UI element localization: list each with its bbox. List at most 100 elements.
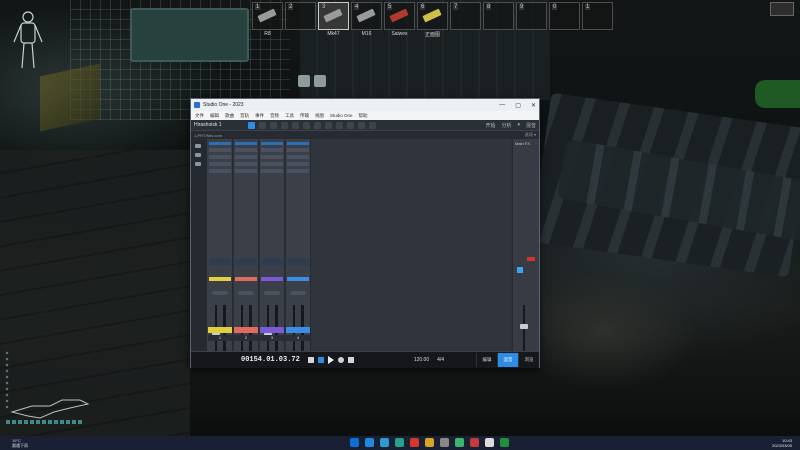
hotbar-slot[interactable]: 8 bbox=[483, 2, 514, 30]
taskbar-app-icon[interactable] bbox=[455, 438, 464, 447]
menu-item[interactable]: 编辑 bbox=[210, 113, 219, 119]
analyze-button[interactable]: 分析 bbox=[501, 122, 511, 129]
weather-widget[interactable]: 19°C 晨遇下雨 bbox=[12, 438, 28, 448]
tab-browse[interactable]: 浏览 bbox=[518, 353, 539, 367]
taskbar-app-icon[interactable] bbox=[410, 438, 419, 447]
sends-icon[interactable] bbox=[195, 153, 201, 157]
hotbar-slot[interactable]: 0 bbox=[549, 2, 580, 30]
insert-slot[interactable] bbox=[235, 148, 257, 152]
hotbar-slot[interactable]: 7 bbox=[450, 2, 481, 30]
start-button[interactable]: 开始 bbox=[485, 122, 495, 129]
minimize-button[interactable]: — bbox=[499, 102, 505, 109]
taskbar-app-icon[interactable] bbox=[425, 438, 434, 447]
system-tray-clock[interactable]: 10:43 2023/03/05 bbox=[772, 438, 792, 448]
hotbar-slot[interactable]: 9 bbox=[516, 2, 547, 30]
time-display[interactable]: 00154.01.03.72 bbox=[241, 356, 300, 364]
dropdown-chevron-icon[interactable]: ▾ bbox=[517, 122, 520, 129]
play-icon[interactable] bbox=[327, 356, 334, 364]
zoom-icon[interactable] bbox=[346, 121, 354, 129]
insert-slot[interactable] bbox=[261, 169, 283, 173]
insert-slot[interactable] bbox=[235, 162, 257, 166]
listen-tool-icon[interactable] bbox=[324, 121, 332, 129]
song-title[interactable]: Hirashoisk 1 bbox=[194, 122, 222, 128]
hotbar-slot[interactable]: 1 R8 bbox=[252, 2, 283, 37]
insert-slot[interactable] bbox=[209, 155, 231, 159]
hotbar-slot[interactable]: 2 bbox=[285, 2, 316, 30]
tempo-display[interactable]: 120.00 bbox=[414, 357, 429, 363]
menu-item[interactable]: 音轨 bbox=[240, 113, 249, 119]
taskbar-app-icon[interactable] bbox=[395, 438, 404, 447]
insert-slot[interactable] bbox=[209, 162, 231, 166]
range-tool-icon[interactable] bbox=[258, 121, 266, 129]
bend-tool-icon[interactable] bbox=[313, 121, 321, 129]
arrow-tool-icon[interactable] bbox=[247, 121, 255, 129]
hotbar-slot[interactable]: 5 Saiwex bbox=[384, 2, 415, 37]
insert-slot[interactable] bbox=[235, 155, 257, 159]
insert-slot[interactable] bbox=[287, 169, 309, 173]
taskbar-app-icon[interactable] bbox=[500, 438, 509, 447]
record-arm-button[interactable] bbox=[527, 257, 535, 261]
channel-name[interactable] bbox=[208, 327, 232, 333]
taskbar-app-icon[interactable] bbox=[440, 438, 449, 447]
mix-button[interactable]: 混音 bbox=[526, 122, 536, 129]
channel-name[interactable] bbox=[286, 327, 310, 333]
rewind-icon[interactable] bbox=[307, 357, 314, 363]
split-tool-icon[interactable] bbox=[269, 121, 277, 129]
record-icon[interactable] bbox=[337, 357, 344, 363]
tab-mix[interactable]: 混音 bbox=[497, 353, 518, 367]
nudge-icon[interactable] bbox=[357, 121, 365, 129]
insert-slot[interactable] bbox=[261, 148, 283, 152]
io-selector[interactable] bbox=[261, 259, 283, 265]
menu-item[interactable]: 视图 bbox=[315, 113, 324, 119]
menu-item[interactable]: 工具 bbox=[285, 113, 294, 119]
loop-icon[interactable] bbox=[368, 121, 376, 129]
hotbar-slot[interactable]: 3 Mk47 bbox=[318, 2, 349, 37]
io-icon[interactable] bbox=[195, 162, 201, 166]
maximize-button[interactable]: ▢ bbox=[515, 102, 521, 109]
inserts-header[interactable] bbox=[287, 142, 309, 145]
menu-item[interactable]: 音频 bbox=[270, 113, 279, 119]
io-selector[interactable] bbox=[235, 259, 257, 265]
time-signature[interactable]: 4/4 bbox=[437, 357, 444, 363]
monitor-button[interactable] bbox=[517, 267, 523, 273]
tab-edit[interactable]: 编辑 bbox=[476, 353, 497, 367]
insert-slot[interactable] bbox=[287, 148, 309, 152]
taskbar-app-icon[interactable] bbox=[350, 438, 359, 447]
menu-item[interactable]: 事件 bbox=[255, 113, 264, 119]
menu-item[interactable]: 歌曲 bbox=[225, 113, 234, 119]
pan-control[interactable] bbox=[212, 291, 228, 295]
insert-slot[interactable] bbox=[261, 162, 283, 166]
taskbar-app-icon[interactable] bbox=[365, 438, 374, 447]
menu-item[interactable]: 帮助 bbox=[359, 113, 368, 119]
inserts-icon[interactable] bbox=[195, 144, 201, 148]
io-selector[interactable] bbox=[287, 259, 309, 265]
eraser-tool-icon[interactable] bbox=[280, 121, 288, 129]
inserts-header[interactable] bbox=[261, 142, 283, 145]
insert-slot[interactable] bbox=[209, 148, 231, 152]
insert-slot[interactable] bbox=[287, 162, 309, 166]
insert-slot[interactable] bbox=[261, 155, 283, 159]
io-selector[interactable] bbox=[209, 259, 231, 265]
insert-slot[interactable] bbox=[235, 169, 257, 173]
inserts-header[interactable] bbox=[209, 142, 231, 145]
menu-item[interactable]: 传输 bbox=[300, 113, 309, 119]
main-fader-cap[interactable] bbox=[520, 324, 528, 329]
menu-item[interactable]: 文件 bbox=[195, 113, 204, 119]
pan-control[interactable] bbox=[238, 291, 254, 295]
taskbar-app-icon[interactable] bbox=[380, 438, 389, 447]
hotbar-slot[interactable]: 1 bbox=[582, 2, 613, 30]
options-dropdown[interactable]: 选项 ▾ bbox=[525, 132, 536, 138]
snap-icon[interactable] bbox=[335, 121, 343, 129]
stop-icon[interactable] bbox=[317, 357, 324, 363]
insert-slot[interactable] bbox=[209, 169, 231, 173]
pan-control[interactable] bbox=[290, 291, 306, 295]
channel-name[interactable] bbox=[234, 327, 258, 333]
pan-control[interactable] bbox=[264, 291, 280, 295]
close-button[interactable]: ✕ bbox=[531, 102, 536, 109]
hotbar-slot[interactable]: 6 正面图 bbox=[417, 2, 448, 38]
taskbar-app-icon[interactable] bbox=[470, 438, 479, 447]
taskbar-app-icon[interactable] bbox=[485, 438, 494, 447]
menu-item[interactable]: Studio One bbox=[330, 113, 353, 118]
hotbar-slot[interactable]: 4 M16 bbox=[351, 2, 382, 37]
mute-tool-icon[interactable] bbox=[302, 121, 310, 129]
